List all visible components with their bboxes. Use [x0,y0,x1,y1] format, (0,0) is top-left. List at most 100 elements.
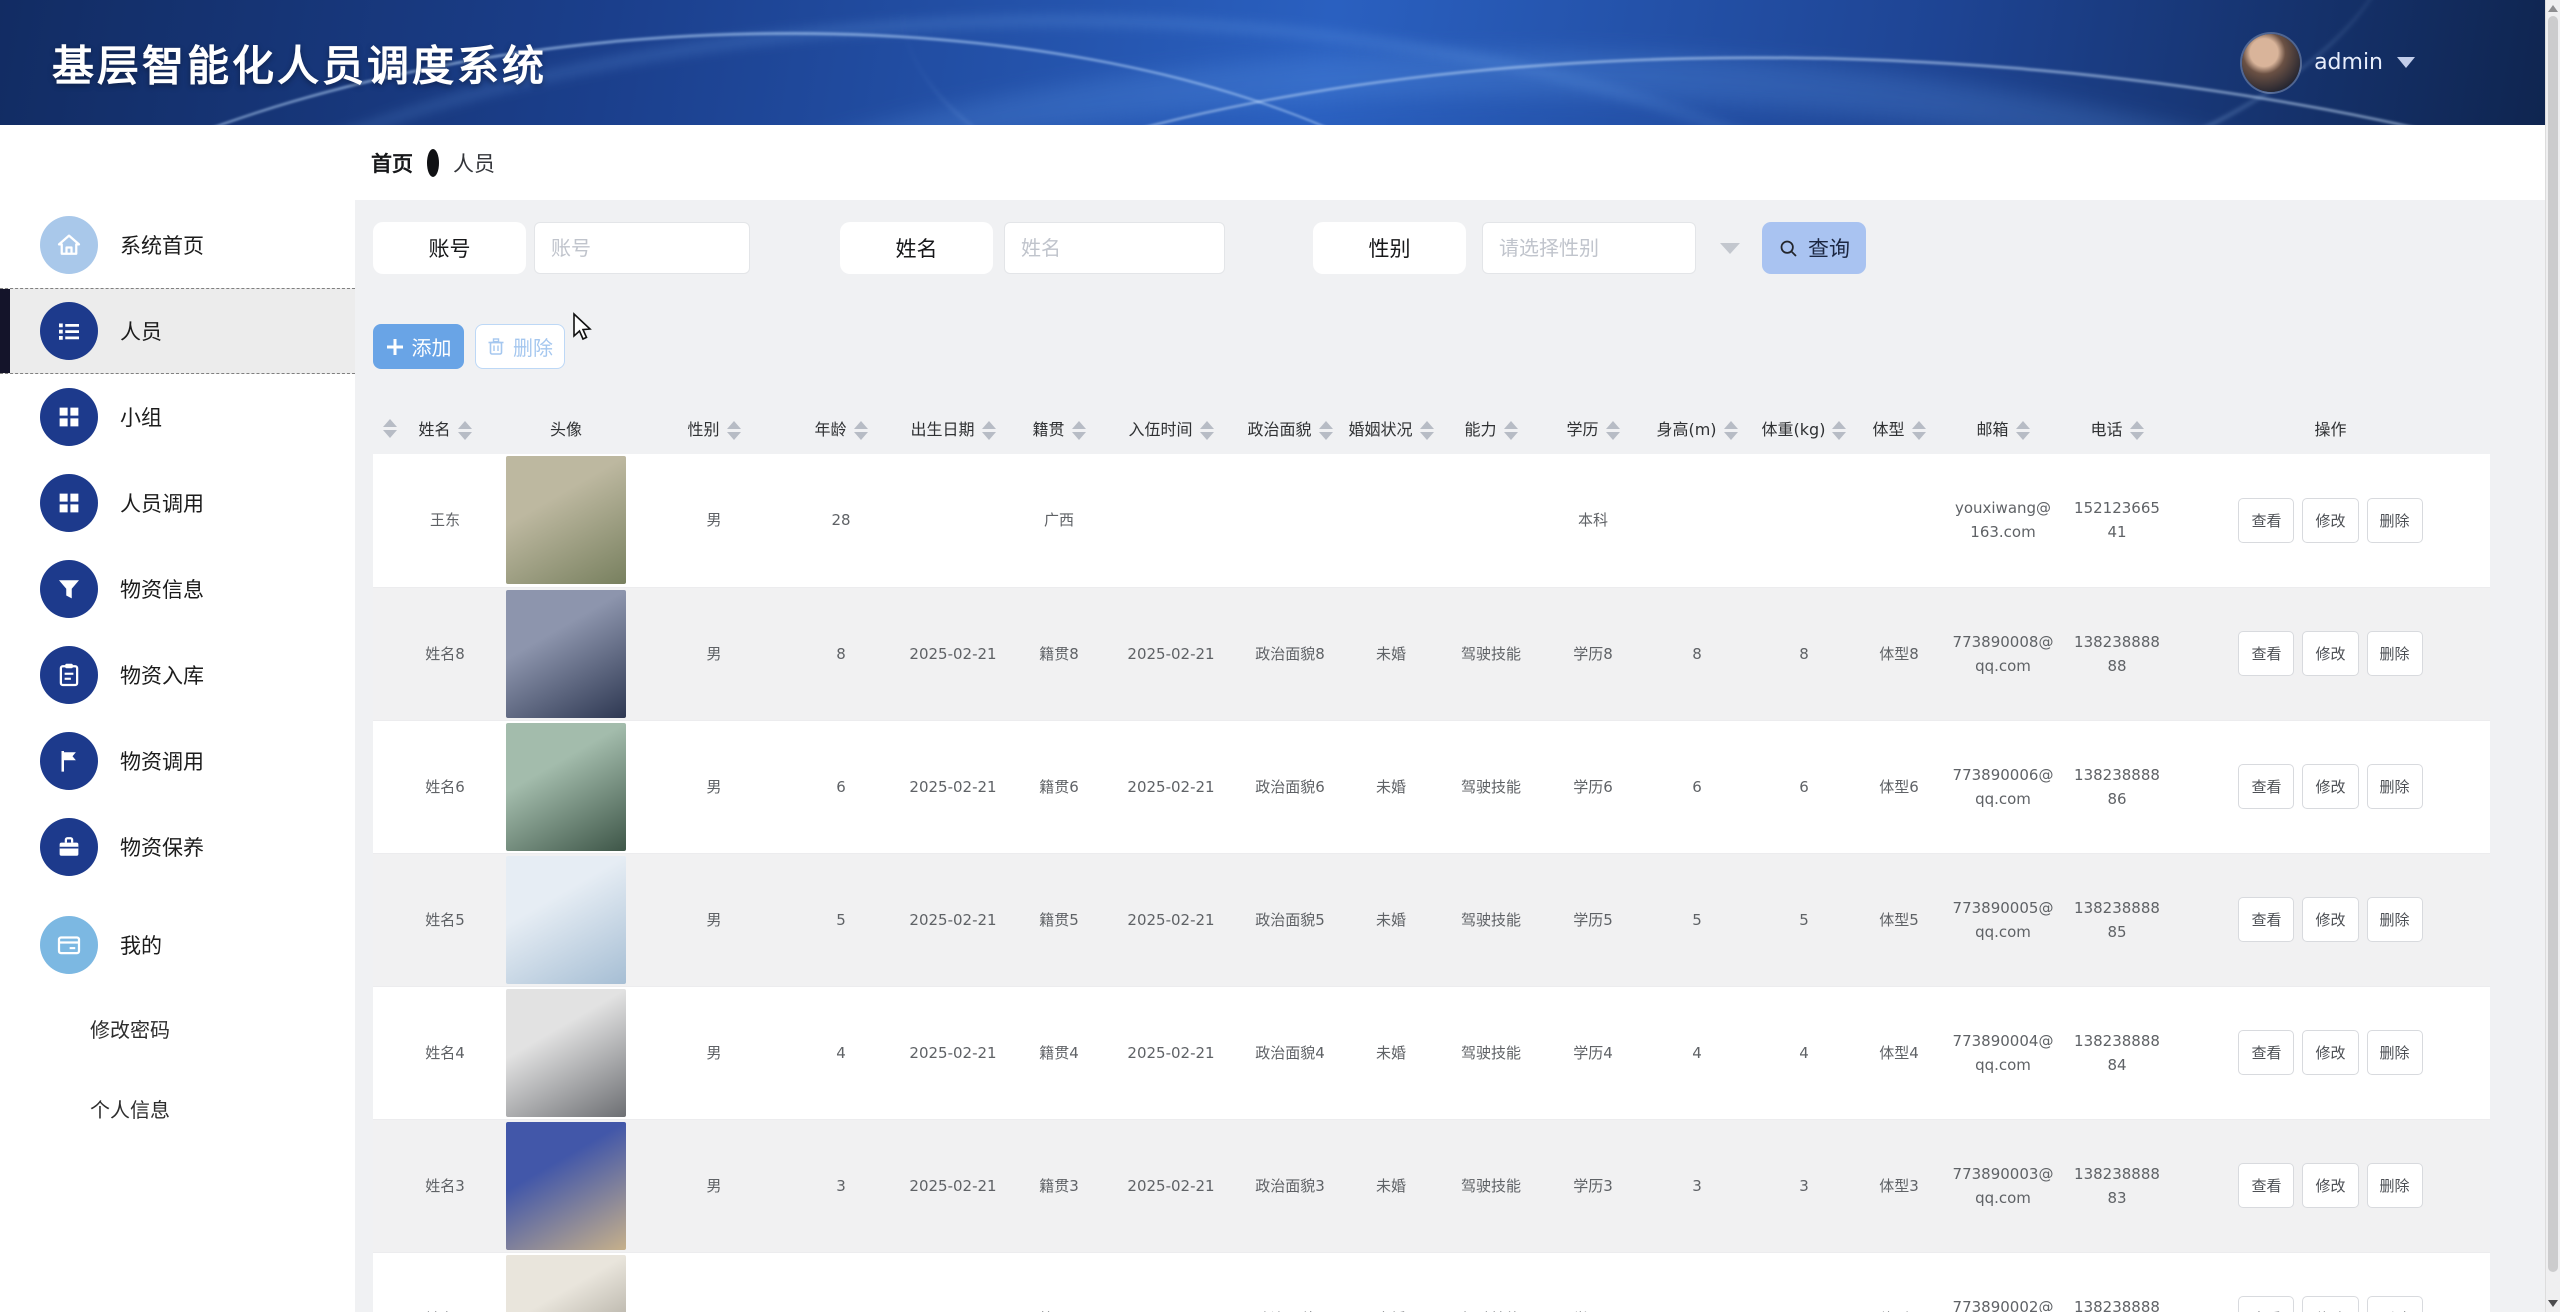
sidebar-subitem-1[interactable]: 个人信息 [0,1068,355,1148]
cell-native_place: 籍贯4 [1011,986,1107,1119]
sidebar-item-flag-6[interactable]: 物资调用 [0,718,355,804]
view-button[interactable]: 查看 [2238,631,2294,676]
view-button[interactable]: 查看 [2238,1030,2294,1075]
sort-carets-icon[interactable] [727,421,741,440]
cell-political_status: 政治面貌2 [1235,1252,1345,1312]
column-header-marital_status[interactable]: 婚姻状况 [1345,402,1437,454]
gender-filter-label: 性别 [1313,222,1466,274]
column-header-name[interactable]: 姓名 [399,402,491,454]
sidebar-item-briefcase-7[interactable]: 物资保养 [0,804,355,890]
cell-body_type: 体型6 [1855,720,1943,853]
page-scrollbar[interactable] [2545,0,2560,1312]
banner-glow [282,7,2545,125]
user-avatar[interactable] [2242,34,2300,92]
sort-carets-icon[interactable] [1724,421,1738,440]
scrollbar-thumb[interactable] [2548,16,2558,1272]
delete-button[interactable]: 删除 [475,324,565,369]
sidebar-item-grid-2[interactable]: 小组 [0,374,355,460]
column-header-phone[interactable]: 电话 [2063,402,2171,454]
sidebar-item-home-0[interactable]: 系统首页 [0,202,355,288]
cell-email: 773890005@qq.com [1943,853,2063,986]
delete-button-label: 删除 [513,332,553,361]
table-row-4: 姓名4男42025-02-21籍贯42025-02-21政治面貌4未婚驾驶技能学… [373,986,2490,1119]
view-button[interactable]: 查看 [2238,1296,2294,1312]
column-header-weight_kg[interactable]: 体重(kg) [1753,402,1855,454]
delete-row-button[interactable]: 删除 [2367,764,2423,809]
name-input[interactable] [1004,222,1225,274]
account-input[interactable] [534,222,750,274]
sort-carets-icon[interactable] [1504,421,1518,440]
select-chevron-down-icon[interactable] [1720,243,1740,254]
table-toolbar: 添加 删除 [373,324,2545,369]
column-header-email[interactable]: 邮箱 [1943,402,2063,454]
delete-row-button[interactable]: 删除 [2367,1163,2423,1208]
sort-carets-icon[interactable] [1832,421,1846,440]
scrollbar-up-icon[interactable] [2548,5,2558,12]
column-header-birth_date[interactable]: 出生日期 [895,402,1011,454]
sidebar-item-clipboard-5[interactable]: 物资入库 [0,632,355,718]
view-button[interactable]: 查看 [2238,1163,2294,1208]
sidebar-item-funnel-4[interactable]: 物资信息 [0,546,355,632]
sort-carets-icon[interactable] [854,421,868,440]
cell-birth_date: 2025-02-21 [895,853,1011,986]
cell-_sliver [373,720,399,853]
sort-carets-icon[interactable] [383,419,397,438]
edit-button[interactable]: 修改 [2302,631,2358,676]
query-button[interactable]: 查询 [1762,222,1866,274]
cell-email: 773890004@qq.com [1943,986,2063,1119]
sort-carets-icon[interactable] [2016,421,2030,440]
user-menu[interactable]: admin [2242,34,2415,92]
delete-row-button[interactable]: 删除 [2367,897,2423,942]
add-button[interactable]: 添加 [373,324,464,369]
content-panel: 账号 姓名 性别 查询 [355,200,2545,1312]
sort-carets-icon[interactable] [1420,421,1434,440]
view-button[interactable]: 查看 [2238,498,2294,543]
cell-phone: 13823888885 [2063,853,2171,986]
sidebar-item-idcard-8[interactable]: 我的 [0,902,355,988]
column-header-height_m[interactable]: 身高(m) [1641,402,1753,454]
delete-row-button[interactable]: 删除 [2367,1030,2423,1075]
cell-enlist_date: 2025-02-21 [1107,587,1235,720]
sort-carets-icon[interactable] [2130,421,2144,440]
cell-native_place: 籍贯5 [1011,853,1107,986]
cell-phone: 13823888882 [2063,1252,2171,1312]
sidebar-item-list-1[interactable]: 人员 [0,288,355,374]
edit-button[interactable]: 修改 [2302,1163,2358,1208]
sidebar-subitem-0[interactable]: 修改密码 [0,988,355,1068]
column-header-_sliver[interactable] [373,402,399,454]
column-header-gender[interactable]: 性别 [641,402,787,454]
sort-carets-icon[interactable] [1606,421,1620,440]
scrollbar-down-icon[interactable] [2548,1300,2558,1307]
cell-actions: 查看修改删除 [2171,587,2490,720]
edit-button[interactable]: 修改 [2302,498,2358,543]
edit-button[interactable]: 修改 [2302,1030,2358,1075]
sort-carets-icon[interactable] [982,421,996,440]
delete-row-button[interactable]: 删除 [2367,498,2423,543]
column-header-ability[interactable]: 能力 [1437,402,1545,454]
view-button[interactable]: 查看 [2238,764,2294,809]
column-header-political_status[interactable]: 政治面貌 [1235,402,1345,454]
briefcase-icon [40,818,98,876]
edit-button[interactable]: 修改 [2302,897,2358,942]
sort-carets-icon[interactable] [1912,421,1926,440]
column-header-native_place[interactable]: 籍贯 [1011,402,1107,454]
sort-carets-icon[interactable] [1319,421,1333,440]
breadcrumb-home[interactable]: 首页 [371,148,413,178]
cell-avatar [491,454,641,587]
sort-carets-icon[interactable] [1200,421,1214,440]
sort-carets-icon[interactable] [458,421,472,440]
edit-button[interactable]: 修改 [2302,1296,2358,1312]
column-header-education[interactable]: 学历 [1545,402,1641,454]
sidebar-item-label: 人员调用 [120,488,204,518]
delete-row-button[interactable]: 删除 [2367,631,2423,676]
edit-button[interactable]: 修改 [2302,764,2358,809]
sidebar-item-grid-3[interactable]: 人员调用 [0,460,355,546]
column-header-body_type[interactable]: 体型 [1855,402,1943,454]
sort-carets-icon[interactable] [1072,421,1086,440]
view-button[interactable]: 查看 [2238,897,2294,942]
gender-select[interactable] [1482,222,1696,274]
column-header-age[interactable]: 年龄 [787,402,895,454]
column-header-enlist_date[interactable]: 入伍时间 [1107,402,1235,454]
delete-row-button[interactable]: 删除 [2367,1296,2423,1312]
flag-icon [40,732,98,790]
